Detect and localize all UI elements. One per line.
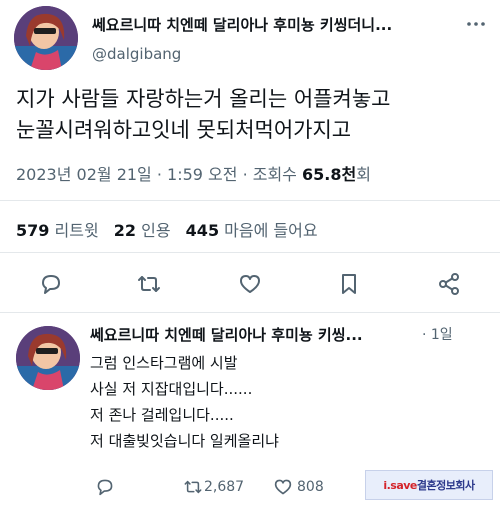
watermark-prefix: i.save bbox=[383, 478, 417, 492]
display-name[interactable]: 쎄요르니따 치엔떼 달리아나 후미뇽 키씽더니... bbox=[92, 14, 392, 35]
avatar[interactable] bbox=[14, 6, 78, 70]
divider bbox=[0, 312, 500, 313]
retweets-label: 리트윗 bbox=[54, 221, 99, 240]
reply-like-count: 808 bbox=[297, 479, 324, 495]
watermark-logo: i.save 결혼정보회사 bbox=[365, 470, 493, 500]
reply-retweet-button[interactable]: 2,687 bbox=[182, 476, 244, 498]
like-icon bbox=[272, 476, 294, 498]
reply-retweet-count: 2,687 bbox=[204, 479, 245, 495]
divider bbox=[0, 200, 500, 201]
reply-like-button[interactable]: 808 bbox=[272, 476, 324, 498]
divider bbox=[0, 252, 500, 253]
bookmark-icon[interactable] bbox=[334, 270, 364, 298]
reply-text: 그럼 인스타그램에 시발 사실 저 지잡대입니다...... 저 존나 걸레입니… bbox=[90, 350, 279, 454]
tweet-text-line: 지가 사람들 자랑하는거 올리는 어플켜놓고 bbox=[16, 87, 391, 111]
like-icon[interactable] bbox=[235, 270, 265, 298]
likes-label: 마음에 들어요 bbox=[224, 221, 318, 240]
tweet-stats: 579 리트윗 22 인용 445 마음에 들어요 bbox=[16, 217, 318, 241]
share-icon[interactable] bbox=[434, 270, 464, 298]
views-count: 65.8 bbox=[302, 165, 342, 184]
reply-reply-icon[interactable] bbox=[94, 476, 116, 498]
likes-count: 445 bbox=[185, 221, 220, 240]
reply-display-name[interactable]: 쎄요르니따 치엔떼 달리아나 후미뇽 키씽... bbox=[90, 324, 363, 345]
reply-avatar[interactable] bbox=[16, 326, 80, 390]
retweet-icon bbox=[182, 476, 204, 498]
quotes-count: 22 bbox=[113, 221, 137, 240]
tweet-text: 지가 사람들 자랑하는거 올리는 어플켜놓고 눈꼴시려워하고잇네 못되처먹어가지… bbox=[16, 84, 496, 146]
reply-line: 사실 저 지잡대입니다...... bbox=[90, 380, 253, 398]
more-icon[interactable] bbox=[462, 12, 490, 36]
reply-line: 그럼 인스타그램에 시발 bbox=[90, 354, 238, 372]
reply-icon[interactable] bbox=[36, 270, 66, 298]
reply-line: 저 대출빚잇습니다 일케올리냐 bbox=[90, 432, 279, 450]
quotes-label: 인용 bbox=[141, 221, 171, 240]
views-unit: 천 bbox=[341, 165, 357, 184]
user-handle[interactable]: @dalgibang bbox=[92, 45, 181, 63]
retweets-count: 579 bbox=[16, 221, 50, 240]
retweet-icon[interactable] bbox=[134, 270, 164, 298]
tweet-timestamp[interactable]: 2023년 02월 21일 · 1:59 오전 · 조회수 65.8천회 bbox=[16, 161, 371, 185]
reply-time[interactable]: · 1일 bbox=[422, 324, 453, 344]
quotes-stat[interactable]: 22 인용 bbox=[114, 221, 176, 240]
reply-line: 저 존나 걸레입니다..... bbox=[90, 406, 234, 424]
views-suffix: 회 bbox=[356, 165, 371, 184]
likes-stat[interactable]: 445 마음에 들어요 bbox=[186, 221, 318, 240]
retweets-stat[interactable]: 579 리트윗 bbox=[16, 221, 104, 240]
watermark-text: 결혼정보회사 bbox=[416, 479, 475, 492]
tweet-text-line: 눈꼴시려워하고잇네 못되처먹어가지고 bbox=[16, 118, 352, 142]
timestamp-text: 2023년 02월 21일 · 1:59 오전 · 조회수 bbox=[16, 165, 297, 184]
